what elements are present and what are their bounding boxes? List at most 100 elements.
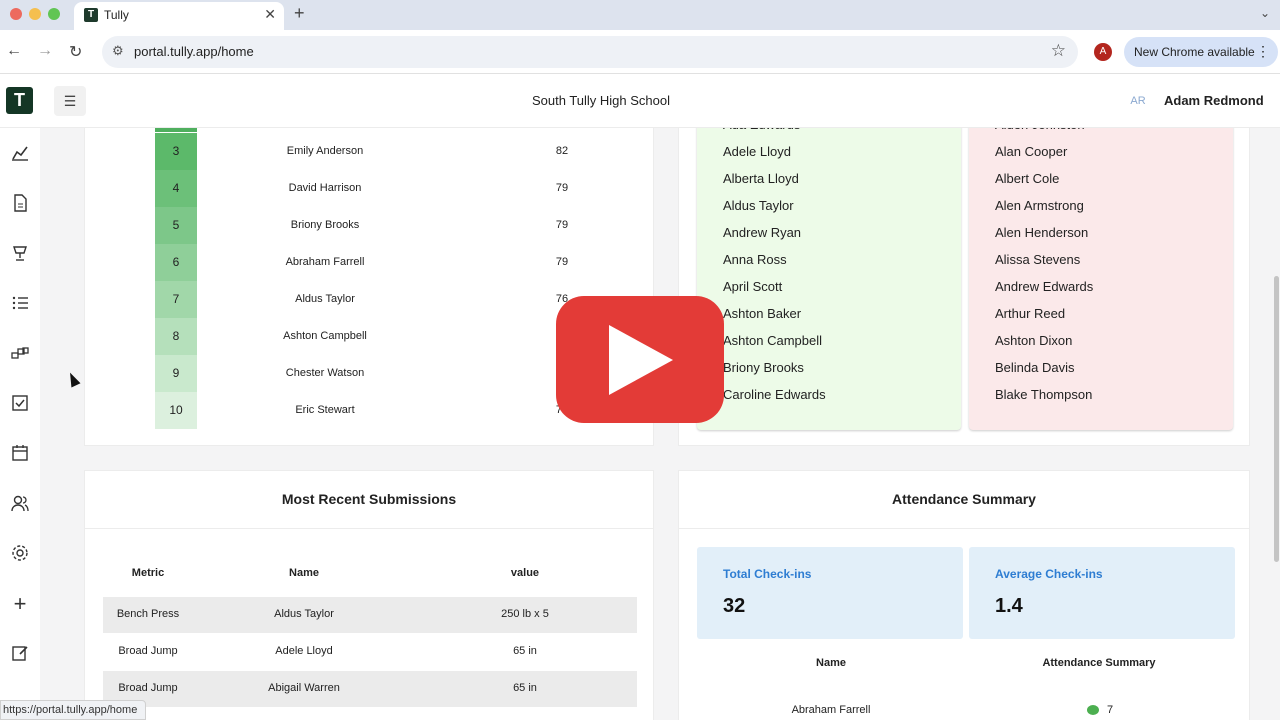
tab-close-icon[interactable]: ✕: [264, 6, 276, 23]
address-url: portal.tully.app/home: [134, 44, 254, 59]
checked-in-name[interactable]: Aldus Taylor: [723, 198, 794, 213]
leaderboard-row[interactable]: 5 Briony Brooks 79: [85, 207, 653, 244]
name-cell: Aldus Taylor: [274, 608, 334, 620]
submissions-card: Most Recent Submissions Metric Name valu…: [84, 470, 654, 720]
table-row[interactable]: Bench Press Aldus Taylor 250 lb x 5: [103, 597, 637, 633]
score: 82: [555, 145, 569, 157]
not-checked-in-list: Aiden Johnston Alan Cooper Albert Cole Alen…: [969, 128, 1233, 430]
maximize-window-button[interactable]: [48, 8, 60, 20]
checked-in-name[interactable]: Ada Edwards: [723, 128, 800, 132]
list-icon[interactable]: [10, 294, 30, 314]
bookmark-star-icon[interactable]: ☆: [1051, 41, 1066, 61]
score: 79: [555, 182, 569, 194]
leaderboard-row[interactable]: 3 Emily Anderson 82: [85, 133, 653, 170]
not-checked-in-name[interactable]: Alan Cooper: [995, 144, 1067, 159]
submissions-title: Most Recent Submissions: [281, 491, 457, 507]
checked-in-name[interactable]: Ashton Campbell: [723, 333, 822, 348]
chart-icon[interactable]: [10, 144, 30, 164]
checked-in-name[interactable]: Alberta Lloyd: [723, 171, 799, 186]
value-cell: 65 in: [513, 682, 537, 694]
not-checked-in-name[interactable]: Aiden Johnston: [995, 128, 1085, 132]
attendance-status-dot: [1087, 705, 1099, 715]
checked-in-name[interactable]: Anna Ross: [723, 252, 787, 267]
checkin-lists-card: Ada Edwards Adele Lloyd Alberta Lloyd Aldus…: [678, 128, 1250, 446]
not-checked-in-name[interactable]: Ashton Dixon: [995, 333, 1072, 348]
new-tab-icon[interactable]: +: [294, 3, 305, 24]
page-scrollbar[interactable]: [1274, 276, 1279, 562]
back-arrow-icon[interactable]: ←: [6, 42, 22, 60]
column-header-metric: Metric: [131, 567, 165, 579]
checked-in-list: Ada Edwards Adele Lloyd Alberta Lloyd Aldus…: [697, 128, 961, 430]
not-checked-in-name[interactable]: Alen Armstrong: [995, 198, 1084, 213]
not-checked-in-name[interactable]: Belinda Davis: [995, 360, 1075, 375]
attendance-card: Attendance Summary Total Check-ins 32 Av…: [678, 470, 1250, 720]
total-checkins-label: Total Check-ins: [723, 567, 812, 581]
sidebar: +: [0, 128, 40, 720]
checked-in-name[interactable]: April Scott: [723, 279, 782, 294]
tab-favicon-icon: T: [84, 8, 98, 22]
name-cell: Adele Lloyd: [275, 645, 333, 657]
forward-arrow-icon[interactable]: →: [37, 42, 53, 60]
tab-search-chevron-icon[interactable]: ⌄: [1260, 6, 1270, 20]
not-checked-in-name[interactable]: Alissa Stevens: [995, 252, 1080, 267]
average-checkins-box: Average Check-ins 1.4: [969, 547, 1235, 639]
score: 79: [555, 219, 569, 231]
browser-tab-bar: T Tully ✕ + ⌄: [0, 0, 1280, 30]
more-menu-icon[interactable]: ⋮: [1256, 43, 1270, 60]
table-row[interactable]: Abraham Farrell 7: [697, 693, 1233, 720]
chrome-update-button[interactable]: New Chrome available ⋮: [1124, 37, 1278, 67]
browser-tab[interactable]: T Tully ✕: [74, 2, 284, 30]
edit-icon[interactable]: [10, 644, 30, 664]
rank-cell: 7: [155, 281, 197, 318]
not-checked-in-name[interactable]: Blake Thompson: [995, 387, 1092, 402]
rank-cell: 4: [155, 170, 197, 207]
table-row[interactable]: Broad Jump Adele Lloyd 65 in: [103, 634, 637, 670]
checked-in-name[interactable]: Briony Brooks: [723, 360, 804, 375]
calendar-icon[interactable]: [10, 444, 30, 464]
attendance-count: 7: [1106, 704, 1114, 716]
column-header-attendance: Attendance Summary: [1042, 657, 1156, 669]
settings-icon[interactable]: [10, 544, 30, 564]
not-checked-in-name[interactable]: Andrew Edwards: [995, 279, 1093, 294]
plus-icon[interactable]: +: [10, 593, 30, 615]
status-url: https://portal.tully.app/home: [0, 700, 146, 720]
profile-avatar[interactable]: A: [1094, 43, 1112, 61]
not-checked-in-name[interactable]: Arthur Reed: [995, 306, 1065, 321]
checked-in-name[interactable]: Ashton Baker: [723, 306, 801, 321]
user-avatar[interactable]: AR: [1128, 92, 1148, 110]
value-cell: 250 lb x 5: [501, 608, 549, 620]
trophy-icon[interactable]: [10, 244, 30, 264]
close-window-button[interactable]: [10, 8, 22, 20]
attendance-title: Attendance Summary: [892, 491, 1036, 507]
site-settings-icon[interactable]: ⚙: [112, 43, 124, 59]
column-header-name: Name: [816, 657, 846, 669]
metric-cell: Bench Press: [116, 608, 180, 620]
checkbox-icon[interactable]: [10, 394, 30, 414]
video-play-button[interactable]: [556, 296, 724, 423]
user-name[interactable]: Adam Redmond: [1164, 93, 1264, 108]
users-icon[interactable]: [10, 494, 30, 514]
blocks-icon[interactable]: [10, 344, 30, 364]
not-checked-in-name[interactable]: Alen Henderson: [995, 225, 1088, 240]
name-cell: Abraham Farrell: [791, 704, 871, 716]
play-icon: [609, 325, 673, 395]
minimize-window-button[interactable]: [29, 8, 41, 20]
student-name: Chester Watson: [285, 367, 365, 379]
not-checked-in-name[interactable]: Albert Cole: [995, 171, 1059, 186]
student-name: Abraham Farrell: [285, 256, 365, 268]
reload-icon[interactable]: ↻: [69, 42, 82, 62]
checked-in-name[interactable]: Andrew Ryan: [723, 225, 801, 240]
leaderboard-rank-cell: [155, 128, 197, 132]
student-name: Eric Stewart: [295, 404, 355, 416]
score: 79: [555, 256, 569, 268]
leaderboard-row[interactable]: 4 David Harrison 79: [85, 170, 653, 207]
leaderboard-row[interactable]: 6 Abraham Farrell 79: [85, 244, 653, 281]
table-row[interactable]: Broad Jump Abigail Warren 65 in: [103, 671, 637, 707]
average-checkins-value: 1.4: [995, 595, 1023, 617]
school-name: South Tully High School: [531, 93, 671, 108]
address-bar[interactable]: ⚙ portal.tully.app/home ☆: [102, 36, 1078, 68]
document-icon[interactable]: [10, 194, 30, 214]
value-cell: 65 in: [513, 645, 537, 657]
checked-in-name[interactable]: Adele Lloyd: [723, 144, 791, 159]
checked-in-name[interactable]: Caroline Edwards: [723, 387, 826, 402]
